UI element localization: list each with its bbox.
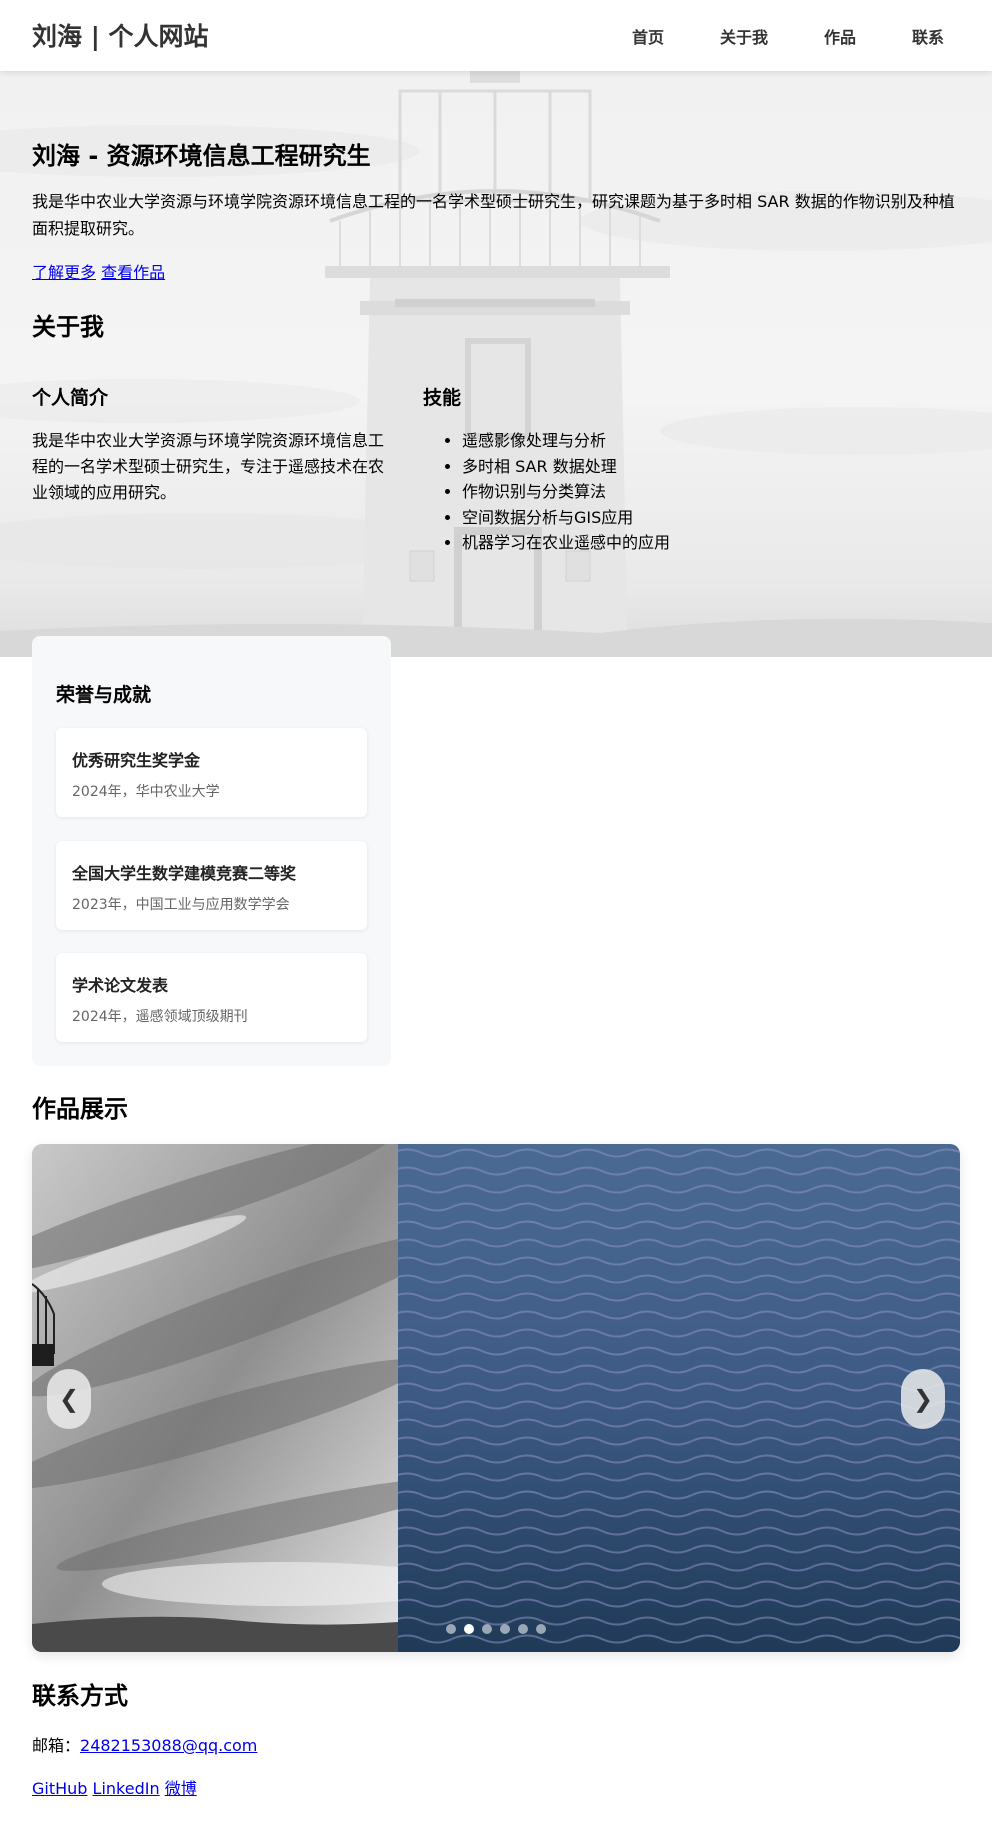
hero-links: 了解更多 查看作品	[32, 259, 165, 283]
honor-meta: 2023年，中国工业与应用数学学会	[72, 897, 290, 913]
intro-text: 我是华中农业大学资源与环境学院资源环境信息工程的一名学术型硕士研究生，专注于遥感…	[32, 431, 385, 502]
linkedin-link[interactable]: LinkedIn	[93, 1779, 160, 1798]
about-title: 关于我	[32, 313, 104, 341]
intro-title: 个人简介	[32, 387, 109, 409]
honor-meta: 2024年，遥感领域顶级期刊	[72, 1009, 248, 1025]
carousel-prev-button[interactable]: ❮	[47, 1369, 91, 1429]
email-link[interactable]: 2482153088@qq.com	[80, 1736, 257, 1755]
site-header: 刘海 | 个人网站 首页 关于我 作品 联系	[0, 0, 992, 71]
weibo-link[interactable]: 微博	[165, 1779, 197, 1798]
skill-item: 空间数据分析与GIS应用	[462, 505, 862, 531]
works-carousel[interactable]: ❮ ❯	[32, 1144, 960, 1652]
skill-item: 作物识别与分类算法	[462, 479, 862, 505]
nav-about[interactable]: 关于我	[720, 24, 768, 48]
site-brand[interactable]: 刘海 | 个人网站	[32, 17, 209, 53]
contact-email-row: 邮箱：2482153088@qq.com	[32, 1732, 257, 1756]
carousel-dot[interactable]	[500, 1624, 510, 1634]
email-label: 邮箱：	[32, 1736, 81, 1755]
github-link[interactable]: GitHub	[32, 1779, 87, 1798]
honor-name: 学术论文发表	[72, 976, 169, 995]
honor-name: 优秀研究生奖学金	[72, 751, 201, 770]
carousel-dot[interactable]	[446, 1624, 456, 1634]
learn-more-link[interactable]: 了解更多	[32, 263, 96, 282]
hero-description: 我是华中农业大学资源与环境学院资源环境信息工程的一名学术型硕士研究生，研究课题为…	[32, 192, 955, 238]
carousel-dot[interactable]	[536, 1624, 546, 1634]
skills-list: 遥感影像处理与分析 多时相 SAR 数据处理 作物识别与分类算法 空间数据分析与…	[462, 428, 862, 556]
hero-title: 刘海 - 资源环境信息工程研究生	[32, 142, 371, 170]
honor-item: 优秀研究生奖学金 2024年，华中农业大学	[56, 728, 367, 817]
honors-card: 荣誉与成就 优秀研究生奖学金 2024年，华中农业大学 全国大学生数学建模竞赛二…	[32, 636, 391, 1066]
carousel-next-button[interactable]: ❯	[901, 1369, 945, 1429]
honor-name: 全国大学生数学建模竞赛二等奖	[72, 864, 297, 883]
honor-item: 学术论文发表 2024年，遥感领域顶级期刊	[56, 953, 367, 1042]
skill-item: 多时相 SAR 数据处理	[462, 454, 862, 480]
honor-item: 全国大学生数学建模竞赛二等奖 2023年，中国工业与应用数学学会	[56, 841, 367, 930]
works-title: 作品展示	[32, 1095, 128, 1123]
carousel-dot[interactable]	[518, 1624, 528, 1634]
nav-works[interactable]: 作品	[824, 24, 856, 48]
social-links: GitHub LinkedIn 微博	[32, 1775, 197, 1799]
contact-title: 联系方式	[32, 1682, 128, 1710]
nav-home[interactable]: 首页	[632, 24, 664, 48]
honors-title: 荣誉与成就	[56, 684, 152, 706]
skills-title: 技能	[423, 387, 462, 409]
carousel-slides-image	[32, 1144, 960, 1652]
view-works-link[interactable]: 查看作品	[101, 263, 165, 282]
honor-meta: 2024年，华中农业大学	[72, 784, 220, 800]
carousel-dot[interactable]	[482, 1624, 492, 1634]
skill-item: 机器学习在农业遥感中的应用	[462, 530, 862, 556]
nav-contact[interactable]: 联系	[912, 24, 944, 48]
carousel-dot[interactable]	[464, 1624, 474, 1634]
skill-item: 遥感影像处理与分析	[462, 428, 862, 454]
